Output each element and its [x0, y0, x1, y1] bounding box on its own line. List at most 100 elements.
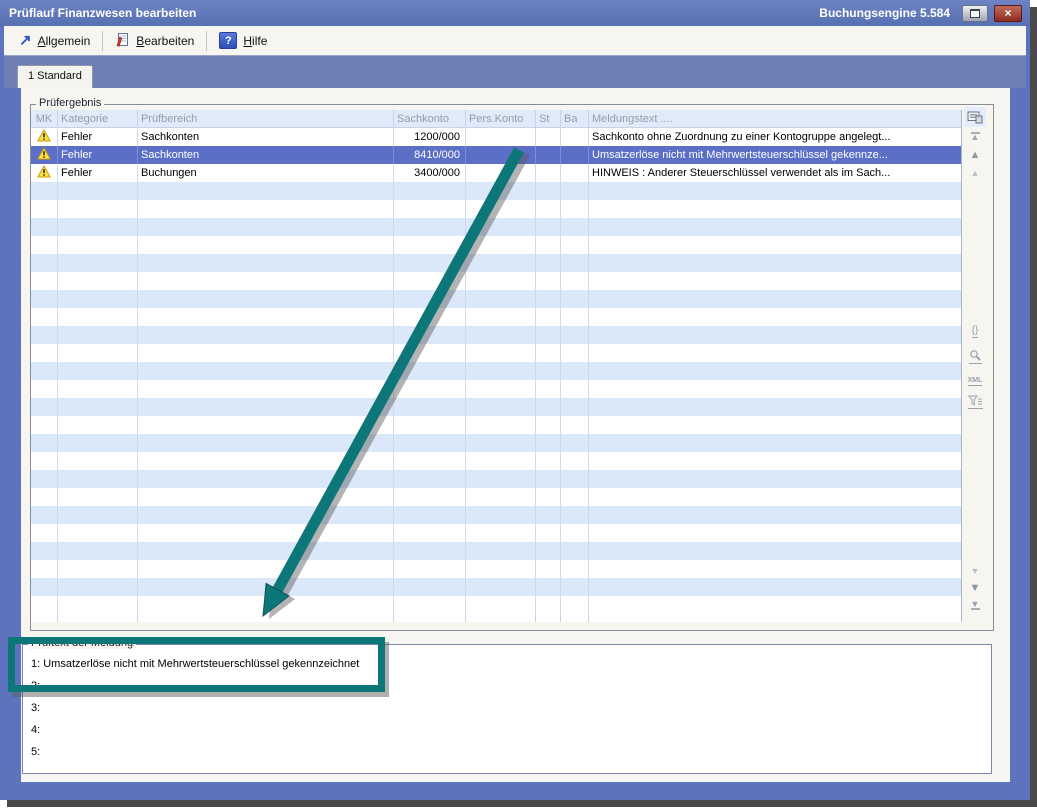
column-header-meldungstext[interactable]: Meldungstext .... [589, 110, 961, 127]
empty-grid-row [31, 506, 961, 524]
toolbar-button-allgemein-label: Allgemein [38, 34, 91, 48]
toolbar-button-bearbeiten[interactable]: Bearbeiten [108, 29, 201, 53]
empty-grid-row [31, 308, 961, 326]
window-title: Prüflauf Finanzwesen bearbeiten [0, 6, 196, 20]
column-chooser-icon[interactable] [964, 107, 986, 127]
column-header-kategorie[interactable]: Kategorie [58, 110, 138, 127]
pruftext-groupbox: Prüftext der Meldung 1: Umsatzerlöse nic… [22, 644, 992, 774]
empty-grid-row [31, 344, 961, 362]
grid-row-2-selected[interactable]: Fehler Sachkonten 8410/000 Umsatzerlöse … [31, 146, 961, 164]
column-header-perskonto[interactable]: Pers.Konto [466, 110, 536, 127]
empty-grid-row [31, 488, 961, 506]
column-header-mk[interactable]: MK [31, 110, 58, 127]
cell-pruefbereich: Sachkonten [138, 128, 394, 146]
toolbar-button-hilfe[interactable]: ? Hilfe [212, 29, 274, 52]
close-icon: × [1004, 7, 1011, 19]
move-down-icon[interactable]: ▼ [964, 580, 986, 596]
cell-perskonto [466, 128, 536, 146]
cell-pruefbereich: Sachkonten [138, 146, 394, 164]
cell-st [536, 146, 561, 164]
cell-kategorie: Fehler [58, 164, 138, 182]
pruftext-lines[interactable]: 1: Umsatzerlöse nicht mit Mehrwertsteuer… [23, 645, 991, 763]
empty-grid-row [31, 182, 961, 200]
cell-meldungstext: Sachkonto ohne Zuordnung zu einer Kontog… [589, 128, 961, 146]
toolbar-button-allgemein[interactable]: ↗ Allgemein [12, 31, 97, 51]
cell-ba [561, 164, 589, 182]
toolbar: ↗ Allgemein Bearbeiten ? [4, 26, 1026, 55]
tab-standard[interactable]: 1 Standard [17, 65, 93, 88]
column-header-pruefbereich[interactable]: Prüfbereich [138, 110, 394, 127]
toolbar-button-hilfe-label: Hilfe [243, 34, 267, 48]
empty-grid-row [31, 470, 961, 488]
empty-grid-row [31, 560, 961, 578]
empty-grid-row [31, 200, 961, 218]
restore-button[interactable] [962, 5, 988, 22]
grid-bottom-ticks [31, 614, 961, 622]
empty-grid-row [31, 434, 961, 452]
empty-grid-row [31, 542, 961, 560]
empty-grid-row [31, 326, 961, 344]
titlebar: Prüflauf Finanzwesen bearbeiten Buchungs… [0, 0, 1030, 26]
cell-perskonto [466, 146, 536, 164]
cell-sachkonto: 1200/000 [394, 128, 466, 146]
pruefergebnis-groupbox-title: Prüfergebnis [36, 97, 104, 109]
empty-grid-row [31, 272, 961, 290]
pruftext-groupbox-title: Prüftext der Meldung [28, 637, 136, 649]
empty-grid-row [31, 218, 961, 236]
filter-icon[interactable] [964, 394, 986, 410]
empty-grid-row [31, 578, 961, 596]
empty-grid-row [31, 524, 961, 542]
grid-row-1[interactable]: Fehler Sachkonten 1200/000 Sachkonto ohn… [31, 128, 961, 146]
cell-st [536, 164, 561, 182]
empty-grid-row [31, 236, 961, 254]
empty-grid-row [31, 452, 961, 470]
cell-perskonto [466, 164, 536, 182]
result-grid: MK Kategorie Prüfbereich Sachkonto Pers.… [31, 110, 962, 622]
cell-ba [561, 146, 589, 164]
warning-icon [37, 147, 51, 164]
warning-icon [37, 129, 51, 146]
search-icon[interactable] [964, 348, 986, 364]
column-header-sachkonto[interactable]: Sachkonto [394, 110, 466, 127]
cell-kategorie: Fehler [58, 128, 138, 146]
help-icon: ? [219, 32, 237, 49]
titlebar-controls: Buchungsengine 5.584 × [819, 5, 1030, 22]
pruefergebnis-groupbox: Prüfergebnis MK Kategorie Prüfbereich Sa… [30, 104, 994, 631]
cell-ba [561, 128, 589, 146]
app-window: Prüflauf Finanzwesen bearbeiten Buchungs… [0, 0, 1030, 800]
scroll-down-icon[interactable]: ▼ [964, 563, 986, 579]
screen: Prüflauf Finanzwesen bearbeiten Buchungs… [0, 0, 1037, 808]
cell-st [536, 128, 561, 146]
app-version: Buchungsengine 5.584 [819, 6, 950, 20]
xml-icon[interactable]: XML [964, 373, 986, 389]
cell-meldungstext: HINWEIS : Anderer Steuerschlüssel verwen… [589, 164, 961, 182]
scroll-top-icon[interactable]: ▲ [964, 129, 986, 145]
empty-grid-row [31, 416, 961, 434]
cell-sachkonto: 8410/000 [394, 146, 466, 164]
grid-row-3[interactable]: Fehler Buchungen 3400/000 HINWEIS : Ande… [31, 164, 961, 182]
toolbar-button-bearbeiten-label: Bearbeiten [136, 34, 194, 48]
pruftext-line-3: 3: [23, 697, 991, 719]
braces-icon[interactable]: {} [964, 324, 986, 340]
restore-icon [970, 9, 980, 18]
pruftext-line-2: 2: [23, 675, 991, 697]
column-header-ba[interactable]: Ba [561, 110, 589, 127]
column-header-st[interactable]: St [536, 110, 561, 127]
cell-sachkonto: 3400/000 [394, 164, 466, 182]
toolbar-separator [102, 31, 103, 51]
pruftext-line-1: 1: Umsatzerlöse nicht mit Mehrwertsteuer… [23, 653, 991, 675]
warning-icon [37, 165, 51, 182]
scroll-up-icon[interactable]: ▲ [964, 165, 986, 181]
grid-side-toolbar: ▲ ▲ ▲ {} XML ▼ ▼ ▼ [964, 105, 988, 625]
content-panel: Prüfergebnis MK Kategorie Prüfbereich Sa… [21, 88, 1010, 782]
cell-meldungstext: Umsatzerlöse nicht mit Mehrwertsteuersch… [589, 146, 961, 164]
close-button[interactable]: × [994, 5, 1022, 22]
cell-kategorie: Fehler [58, 146, 138, 164]
cell-pruefbereich: Buchungen [138, 164, 394, 182]
tab-strip: 1 Standard [4, 55, 1026, 88]
empty-grid-row [31, 398, 961, 416]
move-up-icon[interactable]: ▲ [964, 147, 986, 163]
edit-clipboard-icon [115, 32, 130, 50]
diagonal-arrow-icon: ↗ [19, 34, 32, 48]
scroll-bottom-icon[interactable]: ▼ [964, 597, 986, 613]
